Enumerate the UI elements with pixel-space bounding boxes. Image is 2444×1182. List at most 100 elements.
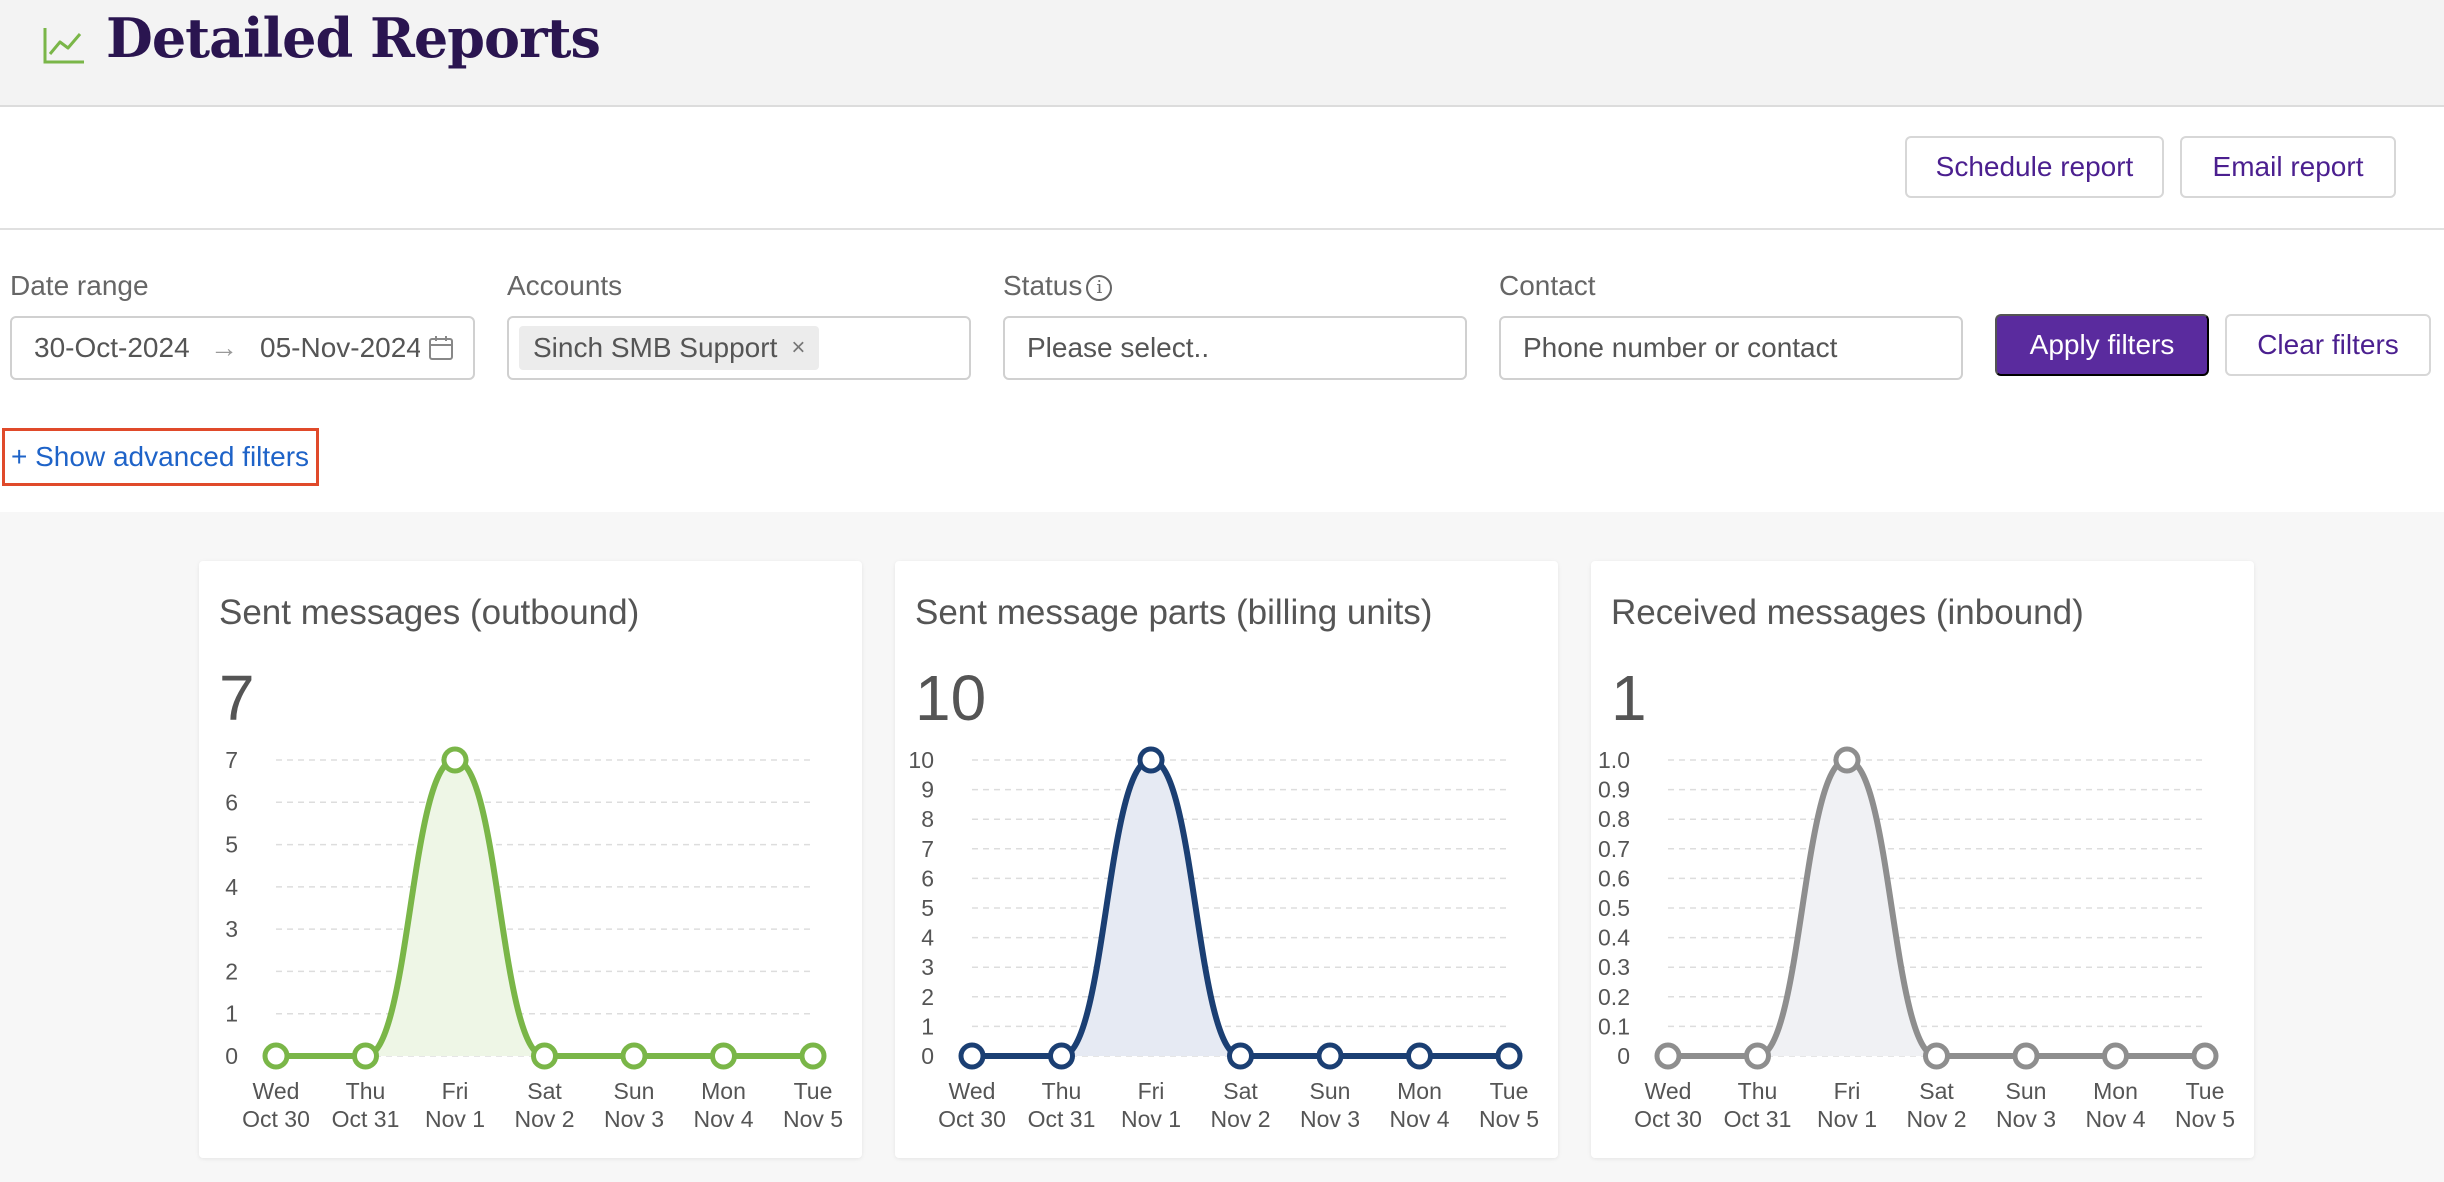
data-point xyxy=(2012,1042,2040,1070)
y-tick-label: 8 xyxy=(921,806,934,832)
y-tick-label: 1 xyxy=(225,1001,238,1027)
page-header: Detailed Reports xyxy=(0,0,2444,107)
data-point xyxy=(531,1042,558,1070)
x-tick-label: Oct 31 xyxy=(1724,1106,1792,1132)
y-tick-label: 0.9 xyxy=(1598,777,1630,803)
calendar-icon[interactable] xyxy=(428,335,454,361)
y-tick-label: 10 xyxy=(908,747,934,773)
x-tick-label: Nov 2 xyxy=(1906,1106,1966,1132)
y-tick-label: 0.3 xyxy=(1598,954,1630,980)
y-tick-label: 7 xyxy=(921,836,934,862)
y-tick-label: 0 xyxy=(225,1043,238,1069)
data-point xyxy=(710,1042,737,1070)
sent-messages-chart: 01234567WedOct 30ThuOct 31FriNov 1SatNov… xyxy=(225,746,843,1132)
date-range-picker[interactable]: 30-Oct-2024 → 05-Nov-2024 xyxy=(10,316,475,380)
x-tick-label: Oct 30 xyxy=(242,1106,310,1132)
y-tick-label: 2 xyxy=(921,984,934,1010)
y-tick-label: 6 xyxy=(921,865,934,891)
contact-label: Contact xyxy=(1499,270,1596,301)
y-tick-label: 1.0 xyxy=(1598,747,1630,773)
x-tick-label: Wed xyxy=(1645,1078,1692,1104)
end-date-input[interactable]: 05-Nov-2024 xyxy=(260,332,420,364)
status-select[interactable]: Please select.. xyxy=(1003,316,1467,380)
y-tick-label: 5 xyxy=(921,895,934,921)
data-point xyxy=(352,1042,379,1070)
contact-placeholder: Phone number or contact xyxy=(1523,332,1838,363)
info-icon[interactable]: i xyxy=(1086,274,1113,301)
data-point xyxy=(1137,746,1165,774)
x-tick-label: Sun xyxy=(614,1078,655,1104)
x-tick-label: Nov 2 xyxy=(1210,1106,1270,1132)
x-tick-label: Nov 5 xyxy=(783,1106,843,1132)
data-point xyxy=(1923,1042,1950,1070)
received-messages-card: Received messages (inbound) 1 0 0.1 0.2 0.3… xyxy=(1591,561,2254,1158)
show-advanced-filters-link[interactable]: + Show advanced filters xyxy=(2,428,319,486)
x-tick-label: Oct 30 xyxy=(1634,1106,1702,1132)
data-point xyxy=(2191,1042,2219,1070)
x-tick-label: Wed xyxy=(949,1078,996,1104)
y-tick-label: 4 xyxy=(921,925,934,951)
x-tick-label: Wed xyxy=(253,1078,300,1104)
y-tick-label: 0.6 xyxy=(1598,865,1630,891)
remove-tag-icon[interactable]: × xyxy=(791,334,805,362)
y-tick-label: 0 xyxy=(921,1043,934,1069)
x-tick-label: Oct 30 xyxy=(938,1106,1006,1132)
x-tick-label: Fri xyxy=(442,1078,469,1104)
x-tick-label: Sat xyxy=(527,1078,562,1104)
x-tick-label: Nov 4 xyxy=(1389,1106,1449,1132)
series-area xyxy=(276,760,813,1056)
x-tick-label: Nov 5 xyxy=(2175,1106,2235,1132)
x-tick-label: Thu xyxy=(346,1078,386,1104)
x-tick-label: Nov 4 xyxy=(2085,1106,2145,1132)
x-tick-label: Tue xyxy=(794,1078,833,1104)
data-point xyxy=(1406,1042,1433,1070)
x-tick-label: Oct 31 xyxy=(332,1106,400,1132)
start-date-input[interactable]: 30-Oct-2024 xyxy=(34,332,194,364)
y-tick-label: 0.2 xyxy=(1598,984,1630,1010)
y-tick-label: 5 xyxy=(225,832,238,858)
status-placeholder: Please select.. xyxy=(1027,332,1210,363)
x-tick-label: Nov 3 xyxy=(1300,1106,1360,1132)
y-tick-label: 0.8 xyxy=(1598,806,1630,832)
y-tick-label: 0 xyxy=(1617,1043,1630,1069)
date-separator-arrow: → xyxy=(210,332,238,363)
sent-message-parts-chart: 0 1 2 3 4 5 6 7 8 9 10 WedOct 30 ThuOct 31 FriNov 1 Sa… xyxy=(908,746,1539,1132)
apply-filters-button[interactable]: Apply filters xyxy=(1995,314,2209,376)
email-report-button[interactable]: Email report xyxy=(2180,136,2396,198)
x-tick-label: Nov 3 xyxy=(1996,1106,2056,1132)
x-tick-label: Nov 3 xyxy=(604,1106,664,1132)
status-label-text: Status xyxy=(1003,270,1083,301)
y-tick-label: 0.7 xyxy=(1598,836,1630,862)
x-tick-label: Sun xyxy=(2006,1078,2047,1104)
x-tick-label: Mon xyxy=(2093,1078,2138,1104)
x-tick-label: Sat xyxy=(1223,1078,1258,1104)
sent-message-parts-card: Sent message parts (billing units) 10 01… xyxy=(895,561,1558,1158)
date-range-label: Date range xyxy=(10,270,149,301)
x-tick-label: Tue xyxy=(1490,1078,1529,1104)
data-point xyxy=(620,1042,648,1070)
data-point xyxy=(958,1042,986,1070)
clear-filters-button[interactable]: Clear filters xyxy=(2225,314,2431,376)
accounts-select[interactable]: Sinch SMB Support × xyxy=(507,316,971,380)
y-tick-label: 2 xyxy=(225,958,238,984)
x-tick-label: Thu xyxy=(1042,1078,1082,1104)
account-tag-label: Sinch SMB Support xyxy=(533,332,778,363)
data-point xyxy=(1833,746,1861,774)
account-tag: Sinch SMB Support × xyxy=(519,326,820,370)
data-point xyxy=(799,1042,827,1070)
page-title: Detailed Reports xyxy=(106,6,601,70)
x-tick-label: Sun xyxy=(1310,1078,1351,1104)
x-tick-label: Fri xyxy=(1138,1078,1165,1104)
schedule-report-button[interactable]: Schedule report xyxy=(1905,136,2164,198)
data-point xyxy=(441,746,469,774)
received-messages-chart: 0 0.1 0.2 0.3 0.4 0.5 0.6 0.7 0.8 0.9 1.0 WedOct 30… xyxy=(1598,746,2235,1132)
y-tick-label: 6 xyxy=(225,789,238,815)
x-tick-label: Nov 5 xyxy=(1479,1106,1539,1132)
x-tick-label: Thu xyxy=(1738,1078,1778,1104)
contact-input[interactable]: Phone number or contact xyxy=(1499,316,1963,380)
status-label: Status i xyxy=(1003,270,1113,302)
data-point xyxy=(1227,1042,1254,1070)
line-chart-icon xyxy=(43,28,84,64)
y-tick-label: 0.4 xyxy=(1598,925,1630,951)
x-tick-label: Oct 31 xyxy=(1028,1106,1096,1132)
